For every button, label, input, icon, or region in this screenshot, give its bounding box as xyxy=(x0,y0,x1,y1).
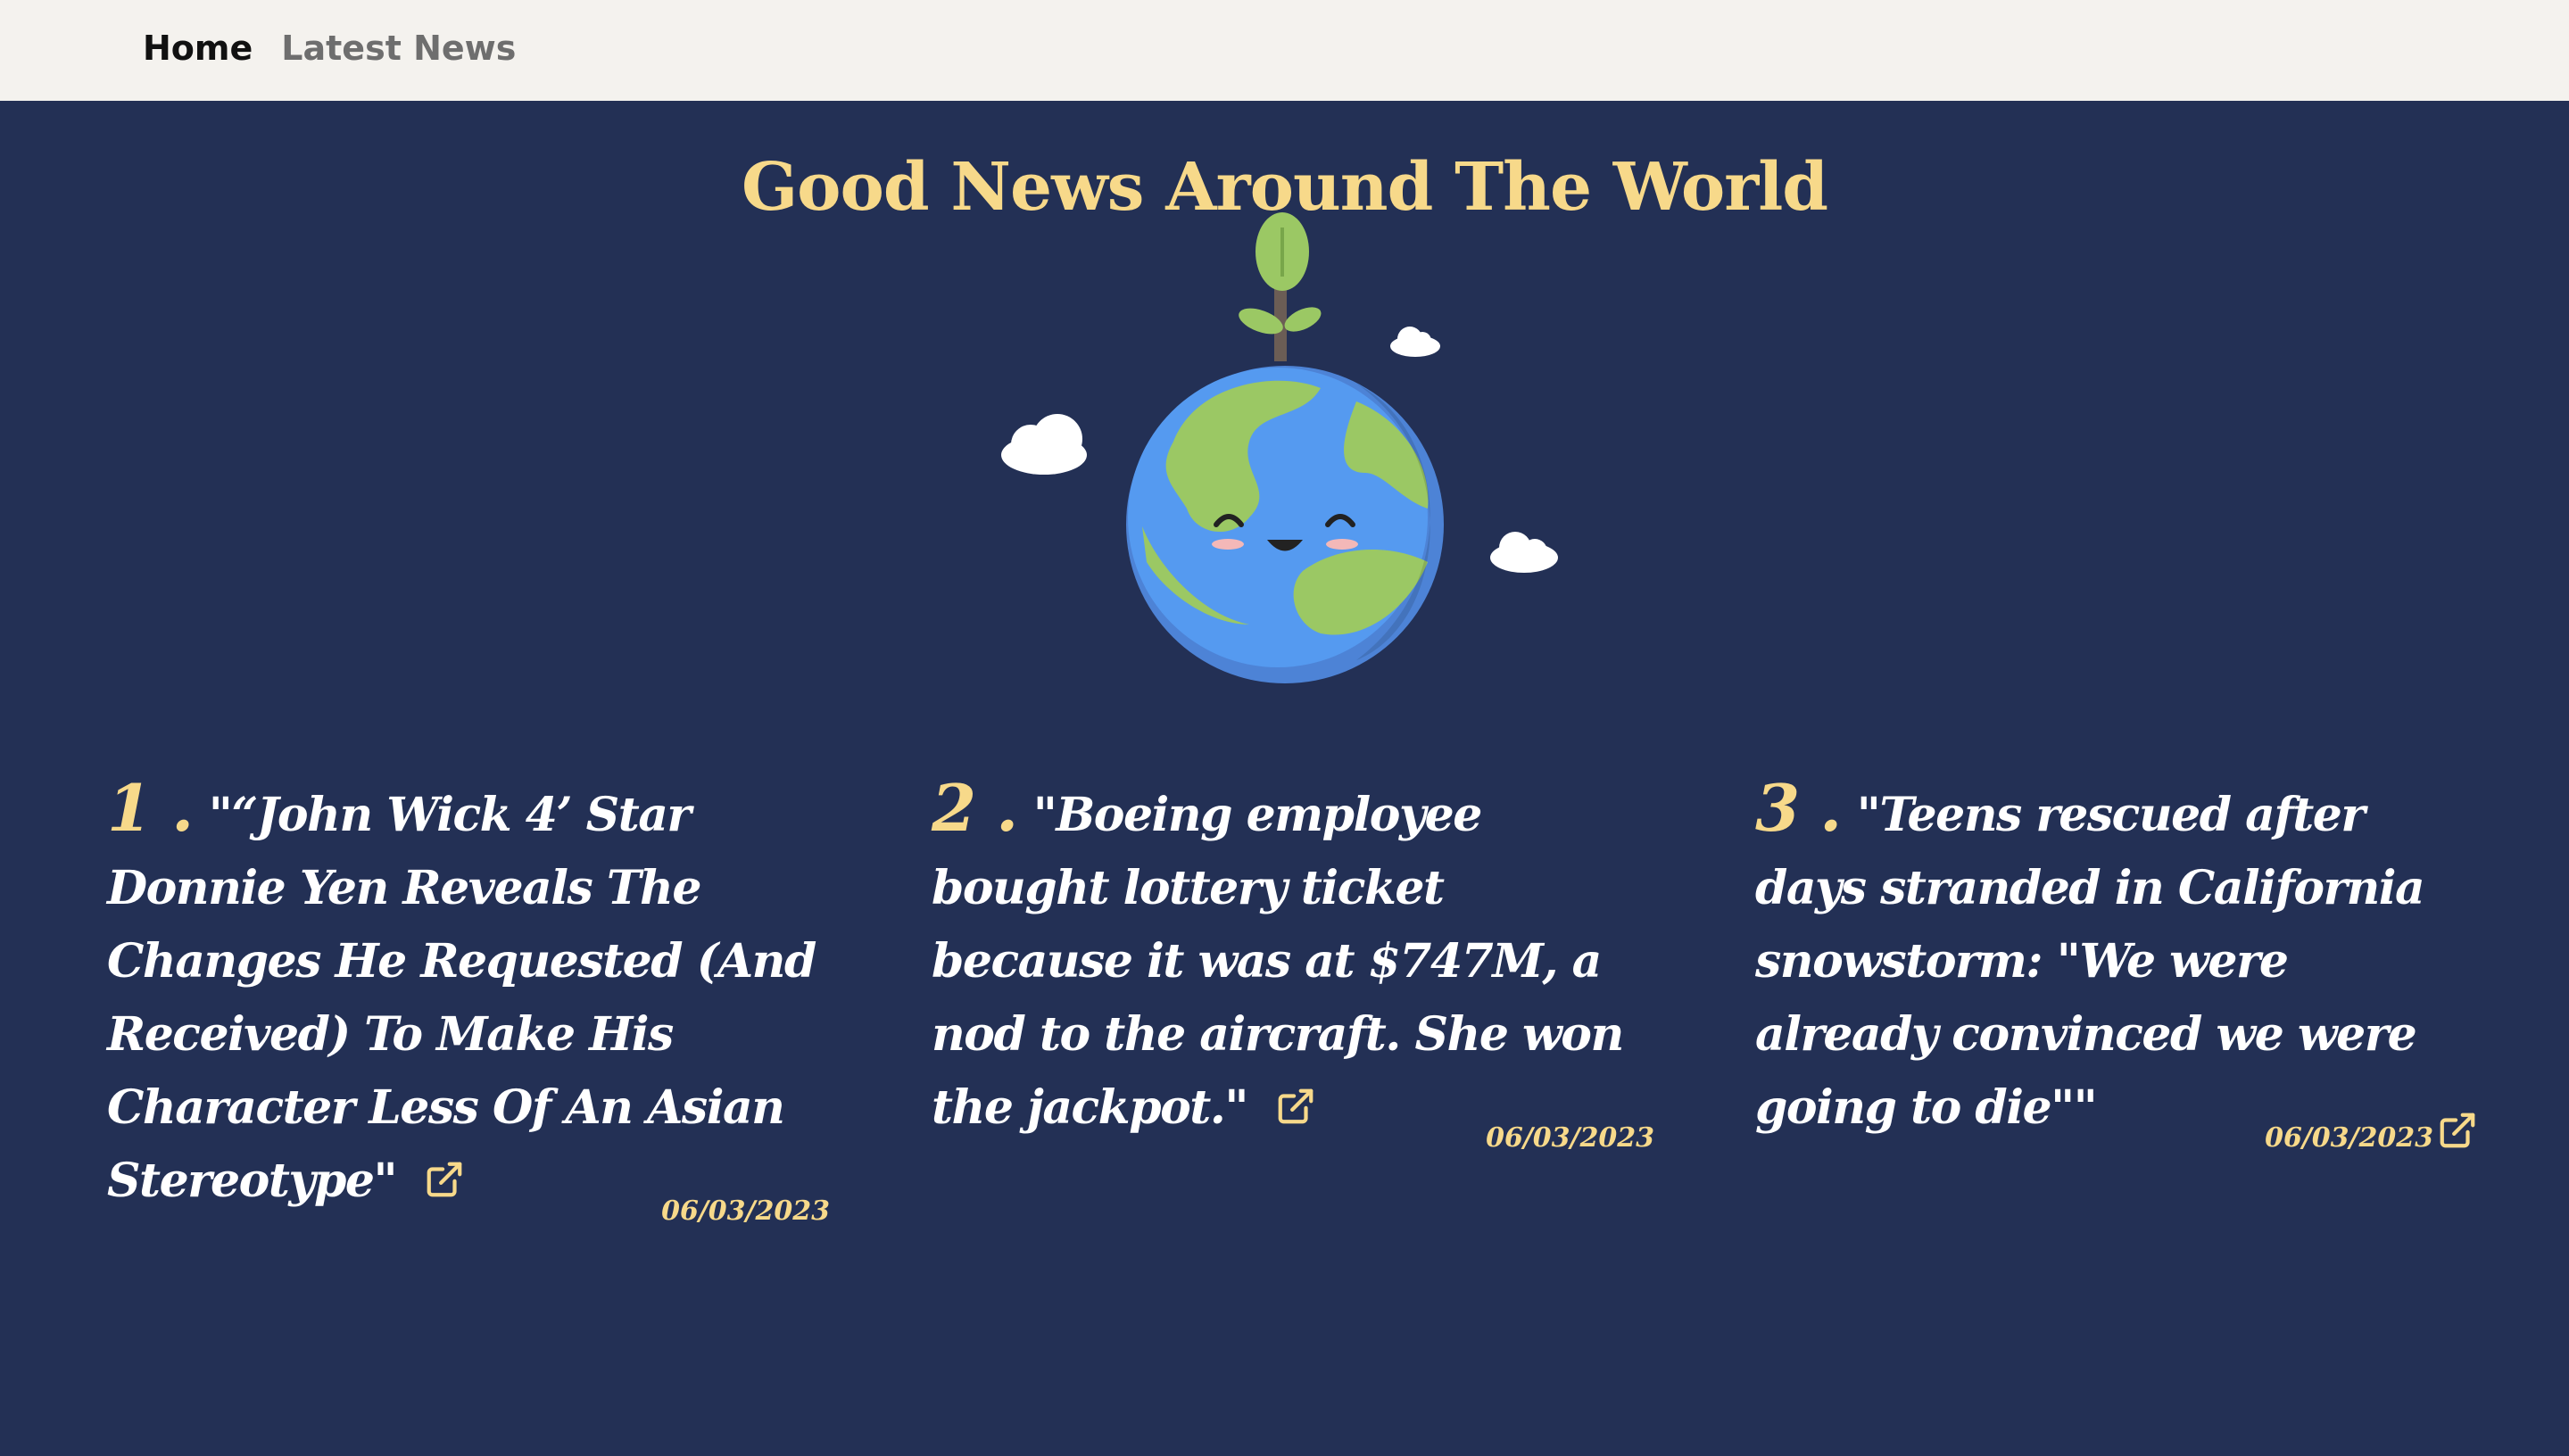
article-date: 06/03/2023 xyxy=(1486,1122,1654,1154)
nav-latest-news-link[interactable]: Latest News xyxy=(281,23,516,73)
smiling-earth-icon xyxy=(1001,212,1558,683)
article-number: 3 . xyxy=(1755,770,1842,846)
nav-home-link[interactable]: Home xyxy=(143,23,253,73)
nav-links: Home Latest News xyxy=(143,23,516,73)
external-link-icon[interactable] xyxy=(1275,1075,1316,1148)
article-title-container: 2 . "Boeing employee bought lottery ticke… xyxy=(932,776,1654,1148)
news-article: 2 . "Boeing employee bought lottery ticke… xyxy=(932,776,1654,1240)
article-date: 06/03/2023 xyxy=(2265,1122,2433,1154)
news-article: 3 . "Teens rescued after days stranded in… xyxy=(1755,776,2478,1240)
external-link-icon[interactable] xyxy=(424,1148,465,1221)
cloud-icon xyxy=(1490,532,1558,573)
article-number: 1 . xyxy=(107,770,194,846)
article-title-container: 3 . "Teens rescued after days stranded in… xyxy=(1755,776,2478,1145)
earth-illustration xyxy=(982,205,1570,705)
external-link-icon[interactable] xyxy=(2437,1110,2478,1154)
article-number: 2 . xyxy=(932,770,1018,846)
article-title-container: 1 . "“John Wick 4’ Star Donnie Yen Reveal… xyxy=(107,776,830,1221)
news-article: 1 . "“John Wick 4’ Star Donnie Yen Reveal… xyxy=(107,776,830,1240)
article-date: 06/03/2023 xyxy=(661,1195,830,1227)
cloud-icon xyxy=(1001,414,1087,475)
top-navbar: Home Latest News xyxy=(0,0,2569,101)
article-title[interactable]: "“John Wick 4’ Star Donnie Yen Reveals T… xyxy=(107,788,816,1208)
article-title[interactable]: "Teens rescued after days stranded in Ca… xyxy=(1755,788,2425,1135)
cloud-icon xyxy=(1390,327,1440,357)
news-list: 1 . "“John Wick 4’ Star Donnie Yen Reveal… xyxy=(0,776,2569,1240)
